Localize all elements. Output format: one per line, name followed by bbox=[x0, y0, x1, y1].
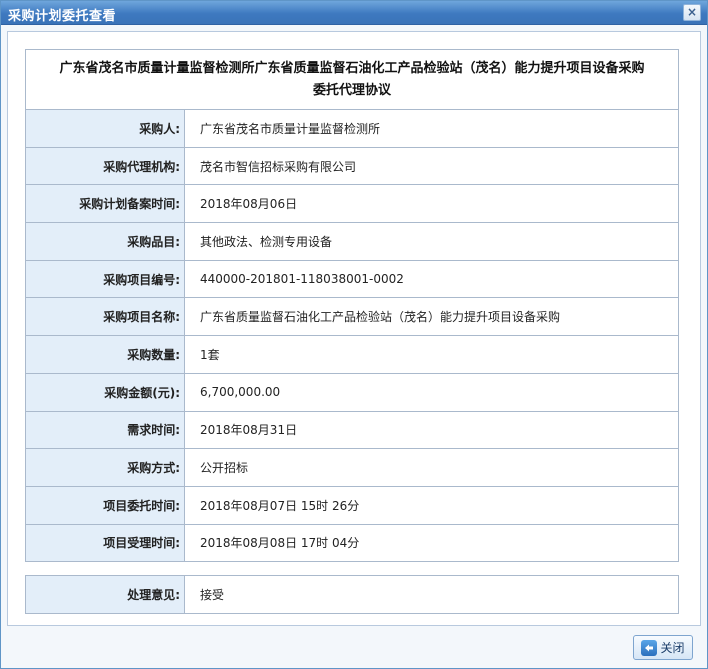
field-value: 2018年08月31日 bbox=[183, 410, 680, 450]
field-row-quantity: 采购数量: 1套 bbox=[25, 335, 680, 374]
agreement-heading-line1: 广东省茂名市质量计量监督检测所广东省质量监督石油化工产品检验站（茂名）能力提升项… bbox=[59, 60, 645, 76]
field-row-entrust-time: 项目委托时间: 2018年08月07日 15时 26分 bbox=[25, 485, 680, 525]
field-label: 项目委托时间: bbox=[25, 485, 185, 525]
field-value: 2018年08月07日 15时 26分 bbox=[183, 485, 680, 525]
field-label: 需求时间: bbox=[25, 410, 185, 450]
dialog-title: 采购计划委托查看 bbox=[8, 9, 117, 24]
close-button-label: 关闭 bbox=[660, 641, 685, 655]
field-row-method: 采购方式: 公开招标 bbox=[25, 448, 680, 487]
opinion-table: 处理意见: 接受 bbox=[25, 575, 679, 614]
field-label: 采购方式: bbox=[25, 448, 185, 487]
opinion-label: 处理意见: bbox=[25, 575, 185, 614]
agreement-heading-line2: 委托代理协议 bbox=[313, 82, 392, 98]
field-label: 采购品目: bbox=[25, 222, 185, 261]
opinion-row: 处理意见: 接受 bbox=[25, 575, 679, 614]
field-value: 1套 bbox=[183, 335, 680, 374]
purchase-plan-dialog: 采购计划委托查看 × 广东省茂名市质量计量监督检测所广东省质量监督石油化工产品检… bbox=[0, 0, 708, 669]
field-row-filing-time: 采购计划备案时间: 2018年08月06日 bbox=[25, 184, 680, 224]
field-row-amount: 采购金额(元): 6,700,000.00 bbox=[25, 372, 680, 412]
field-label: 采购项目编号: bbox=[25, 259, 185, 299]
agreement-heading: 广东省茂名市质量计量监督检测所广东省质量监督石油化工产品检验站（茂名）能力提升项… bbox=[24, 49, 680, 110]
field-row-demand-time: 需求时间: 2018年08月31日 bbox=[25, 410, 680, 450]
agreement-heading-row: 广东省茂名市质量计量监督检测所广东省质量监督石油化工产品检验站（茂名）能力提升项… bbox=[24, 49, 680, 110]
field-label: 采购人: bbox=[25, 109, 185, 148]
field-row-agency: 采购代理机构: 茂名市智信招标采购有限公司 bbox=[25, 146, 680, 186]
return-arrow-icon bbox=[641, 639, 658, 656]
field-label: 采购金额(元): bbox=[25, 372, 185, 412]
field-row-purchaser: 采购人: 广东省茂名市质量计量监督检测所 bbox=[25, 109, 680, 148]
field-value: 2018年08月08日 17时 04分 bbox=[183, 523, 680, 563]
field-value: 其他政法、检测专用设备 bbox=[183, 222, 680, 261]
field-label: 项目受理时间: bbox=[25, 523, 185, 563]
field-row-project-name: 采购项目名称: 广东省质量监督石油化工产品检验站（茂名）能力提升项目设备采购 bbox=[25, 297, 680, 337]
field-row-category: 采购品目: 其他政法、检测专用设备 bbox=[25, 222, 680, 261]
field-row-accept-time: 项目受理时间: 2018年08月08日 17时 04分 bbox=[25, 523, 680, 563]
dialog-titlebar[interactable]: 采购计划委托查看 × bbox=[1, 1, 707, 25]
field-label: 采购项目名称: bbox=[25, 297, 185, 337]
close-button[interactable]: 关闭 bbox=[633, 635, 693, 660]
field-value: 2018年08月06日 bbox=[183, 184, 680, 224]
field-value: 广东省茂名市质量计量监督检测所 bbox=[183, 109, 680, 148]
field-label: 采购计划备案时间: bbox=[25, 184, 185, 224]
field-value: 广东省质量监督石油化工产品检验站（茂名）能力提升项目设备采购 bbox=[183, 297, 680, 337]
field-label: 采购数量: bbox=[25, 335, 185, 374]
field-label: 采购代理机构: bbox=[25, 146, 185, 186]
close-icon[interactable]: × bbox=[683, 4, 701, 21]
field-value: 6,700,000.00 bbox=[183, 372, 680, 412]
field-value: 440000-201801-118038001-0002 bbox=[183, 259, 680, 299]
field-row-project-number: 采购项目编号: 440000-201801-118038001-0002 bbox=[25, 259, 680, 299]
content-panel: 广东省茂名市质量计量监督检测所广东省质量监督石油化工产品检验站（茂名）能力提升项… bbox=[7, 31, 701, 626]
field-value: 公开招标 bbox=[183, 448, 680, 487]
agreement-table: 广东省茂名市质量计量监督检测所广东省质量监督石油化工产品检验站（茂名）能力提升项… bbox=[24, 49, 680, 563]
field-value: 茂名市智信招标采购有限公司 bbox=[183, 146, 680, 186]
opinion-value: 接受 bbox=[184, 575, 679, 614]
